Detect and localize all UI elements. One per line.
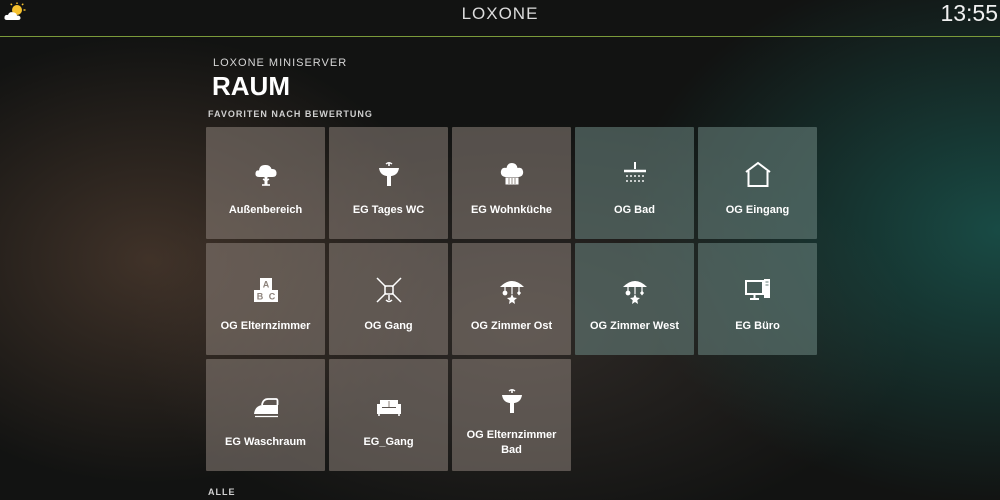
- room-tile-label: OG Zimmer West: [589, 320, 680, 332]
- room-tile-label: EG Waschraum: [225, 436, 306, 448]
- room-tile-eg-waschraum[interactable]: EG Waschraum: [206, 359, 325, 471]
- room-tile-og-bad[interactable]: OG Bad: [575, 127, 694, 239]
- sofa-icon: [377, 400, 401, 416]
- room-tile-label: OG Bad: [614, 204, 655, 216]
- room-tile-label: EG Büro: [735, 320, 780, 332]
- sink-icon: [502, 389, 522, 413]
- baby-mobile-icon: [500, 281, 524, 304]
- room-tile-label: OG Elternzimmer Bad: [466, 429, 557, 456]
- room-tile-label: OG Gang: [364, 320, 413, 332]
- miniserver-label: LOXONE MINISERVER: [213, 57, 348, 69]
- tree-icon: [255, 164, 277, 186]
- ceiling-lamp-icon: [376, 277, 402, 303]
- room-tile-eg-wohnkueche[interactable]: EG Wohnküche: [452, 127, 571, 239]
- shower-icon: [624, 162, 646, 182]
- room-tile-og-elternzimmer-bad[interactable]: OG Elternzimmer Bad: [452, 359, 571, 471]
- top-bar: LOXONE 13:55: [0, 0, 1000, 37]
- room-grid: Außenbereich EG Tages WC EG Wohnküche OG…: [206, 127, 817, 471]
- sink-icon: [379, 162, 399, 186]
- app-title: LOXONE: [461, 4, 539, 23]
- room-tile-og-zimmer-ost[interactable]: OG Zimmer Ost: [452, 243, 571, 355]
- svg-text:B: B: [257, 292, 264, 302]
- house-icon: [745, 161, 771, 187]
- section-all-label: ALLE: [208, 487, 236, 497]
- section-favorites-label: FAVORITEN NACH BEWERTUNG: [208, 109, 373, 119]
- iron-icon: [254, 398, 279, 418]
- chef-hat-icon: [500, 163, 524, 185]
- room-tile-og-zimmer-west[interactable]: OG Zimmer West: [575, 243, 694, 355]
- room-tile-label: OG Elternzimmer: [220, 320, 311, 332]
- room-tile-eg-gang[interactable]: EG_Gang: [329, 359, 448, 471]
- svg-text:A: A: [263, 280, 270, 290]
- room-tile-eg-tages-wc[interactable]: EG Tages WC: [329, 127, 448, 239]
- room-tile-og-eingang[interactable]: OG Eingang: [698, 127, 817, 239]
- room-tile-og-elternzimmer[interactable]: A B C OG Elternzimmer: [206, 243, 325, 355]
- room-tile-label: EG Wohnküche: [470, 204, 553, 216]
- room-tile-label: OG Eingang: [725, 204, 790, 216]
- computer-icon: [745, 279, 770, 300]
- room-tile-aussenbereich[interactable]: Außenbereich: [206, 127, 325, 239]
- room-tile-label: Außenbereich: [228, 204, 303, 216]
- room-tile-og-gang[interactable]: OG Gang: [329, 243, 448, 355]
- svg-text:C: C: [269, 292, 276, 302]
- baby-mobile-icon: [623, 281, 647, 304]
- abc-blocks-icon: A B C: [254, 278, 278, 302]
- room-tile-eg-buero[interactable]: EG Büro: [698, 243, 817, 355]
- room-tile-label: OG Zimmer Ost: [470, 320, 553, 332]
- clock: 13:55: [940, 0, 998, 26]
- page-title: RAUM: [212, 71, 290, 101]
- room-tile-label: EG_Gang: [363, 436, 414, 448]
- room-tile-label: EG Tages WC: [352, 204, 425, 216]
